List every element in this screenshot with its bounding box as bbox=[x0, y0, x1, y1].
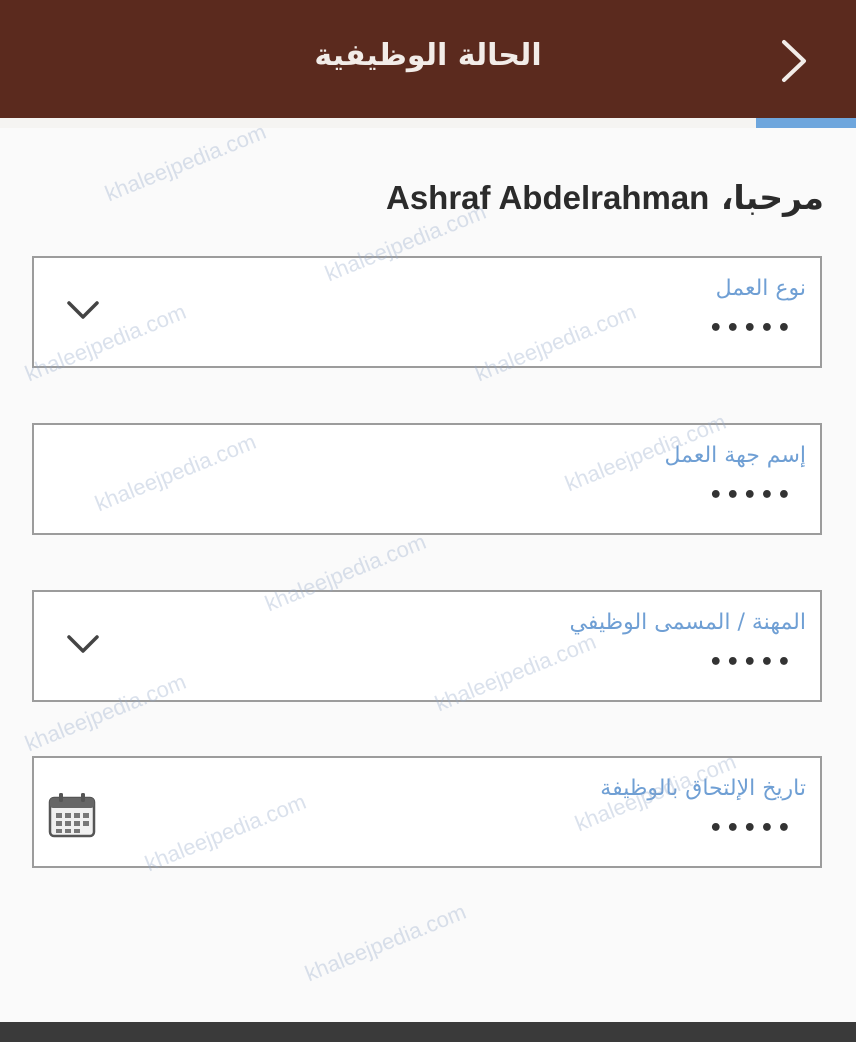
welcome-greeting: مرحبا، bbox=[720, 178, 824, 217]
bottom-bar bbox=[0, 1022, 856, 1042]
chevron-right-icon bbox=[782, 40, 806, 82]
field-label: نوع العمل bbox=[715, 276, 806, 301]
back-button[interactable] bbox=[774, 36, 814, 86]
welcome-message: مرحبا، Ashraf Abdelrahman bbox=[386, 178, 824, 217]
chevron-down-icon bbox=[67, 635, 99, 653]
field-label: المهنة / المسمى الوظيفي bbox=[569, 610, 806, 635]
field-value: ••••• bbox=[708, 816, 794, 841]
page-title: الحالة الوظيفية bbox=[314, 38, 542, 73]
chevron-down-icon bbox=[67, 301, 99, 319]
field-value: ••••• bbox=[708, 483, 794, 508]
job-title-select[interactable]: المهنة / المسمى الوظيفي ••••• bbox=[32, 590, 822, 702]
app-header: الحالة الوظيفية bbox=[0, 0, 856, 118]
field-value: ••••• bbox=[708, 316, 794, 341]
field-value: ••••• bbox=[708, 650, 794, 675]
joining-date-field[interactable]: تاريخ الإلتحاق بالوظيفة ••••• bbox=[32, 756, 822, 868]
field-label: إسم جهة العمل bbox=[664, 443, 806, 468]
progress-accent-bar bbox=[756, 118, 856, 128]
employer-name-field[interactable]: إسم جهة العمل ••••• bbox=[32, 423, 822, 535]
work-type-select[interactable]: نوع العمل ••••• bbox=[32, 256, 822, 368]
user-name: Ashraf Abdelrahman bbox=[385, 179, 710, 216]
field-label: تاريخ الإلتحاق بالوظيفة bbox=[600, 776, 806, 801]
calendar-icon bbox=[48, 793, 96, 838]
